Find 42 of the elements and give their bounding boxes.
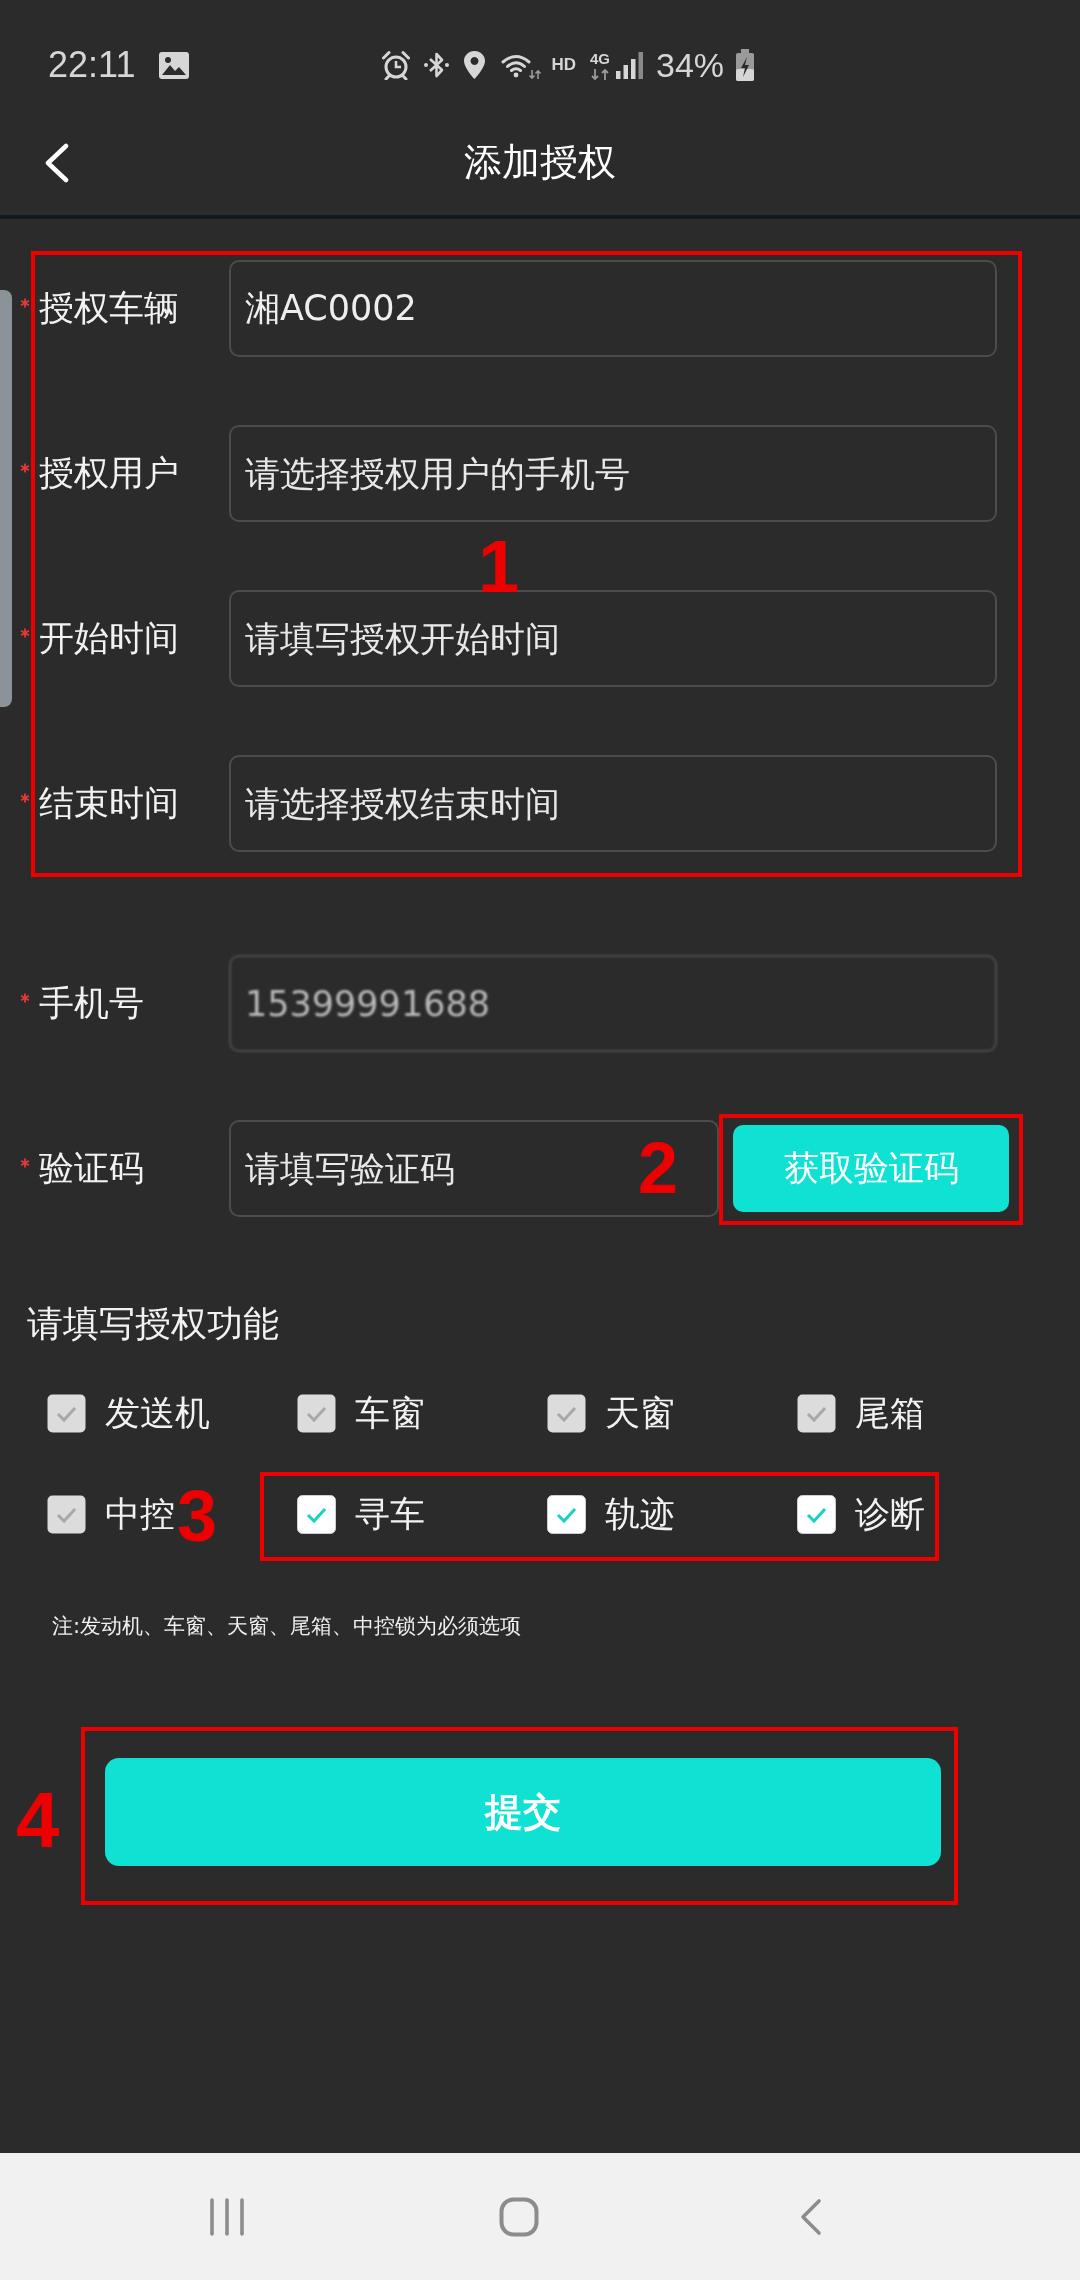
signal-bars-icon [616,50,644,80]
bluetooth-icon [423,50,451,80]
option-label: 寻车 [355,1492,425,1536]
screen-title: 添加授权 [464,139,616,186]
back-icon[interactable] [43,142,70,183]
option-label: 诊断 [855,1492,925,1536]
note-text: 注:发动机、车窗、天窗、尾箱、中控锁为必须选项 [52,1613,522,1640]
field-label: 授权车辆 [39,287,179,330]
section-title: 请填写授权功能 [27,1302,279,1346]
image-icon [159,51,190,79]
field-label: 开始时间 [39,617,179,660]
battery-percent: 34% [656,45,725,85]
option-label: 车窗 [355,1391,425,1435]
checkbox[interactable] [547,1494,586,1534]
checkbox[interactable] [797,1494,836,1534]
network-label: 4G [590,50,610,67]
field-label: 验证码 [39,1147,144,1190]
recent-apps-icon[interactable] [209,2197,245,2236]
battery-charging-icon [735,49,756,81]
annotation-number: 2 [638,1132,679,1204]
hd-label: HD [551,55,576,75]
option-label: 尾箱 [855,1391,925,1435]
field-label: 结束时间 [39,782,179,825]
location-pin-icon [463,50,487,80]
option-label: 中控 [105,1492,175,1536]
input-field[interactable]: 请选择授权用户的手机号 [229,425,997,522]
input-field[interactable]: 15399991688 [229,955,997,1052]
annotation-number: 4 [16,1781,60,1859]
option-label: 轨迹 [605,1492,675,1536]
checkbox[interactable] [297,1494,336,1534]
field-label: 授权用户 [39,452,179,495]
edge-panel-handle[interactable] [0,290,12,707]
alarm-clock-icon [381,50,412,80]
data-arrows-icon [590,68,610,80]
input-field[interactable]: 请选择授权结束时间 [229,755,997,852]
option-label: 发送机 [105,1391,210,1435]
annotation-number: 3 [177,1480,218,1552]
field-label: 手机号 [39,982,144,1025]
input-field[interactable]: 湘AC0002 [229,260,997,357]
option-label: 天窗 [605,1391,675,1435]
home-icon[interactable] [499,2196,539,2237]
clock-time: 22:11 [48,45,136,85]
